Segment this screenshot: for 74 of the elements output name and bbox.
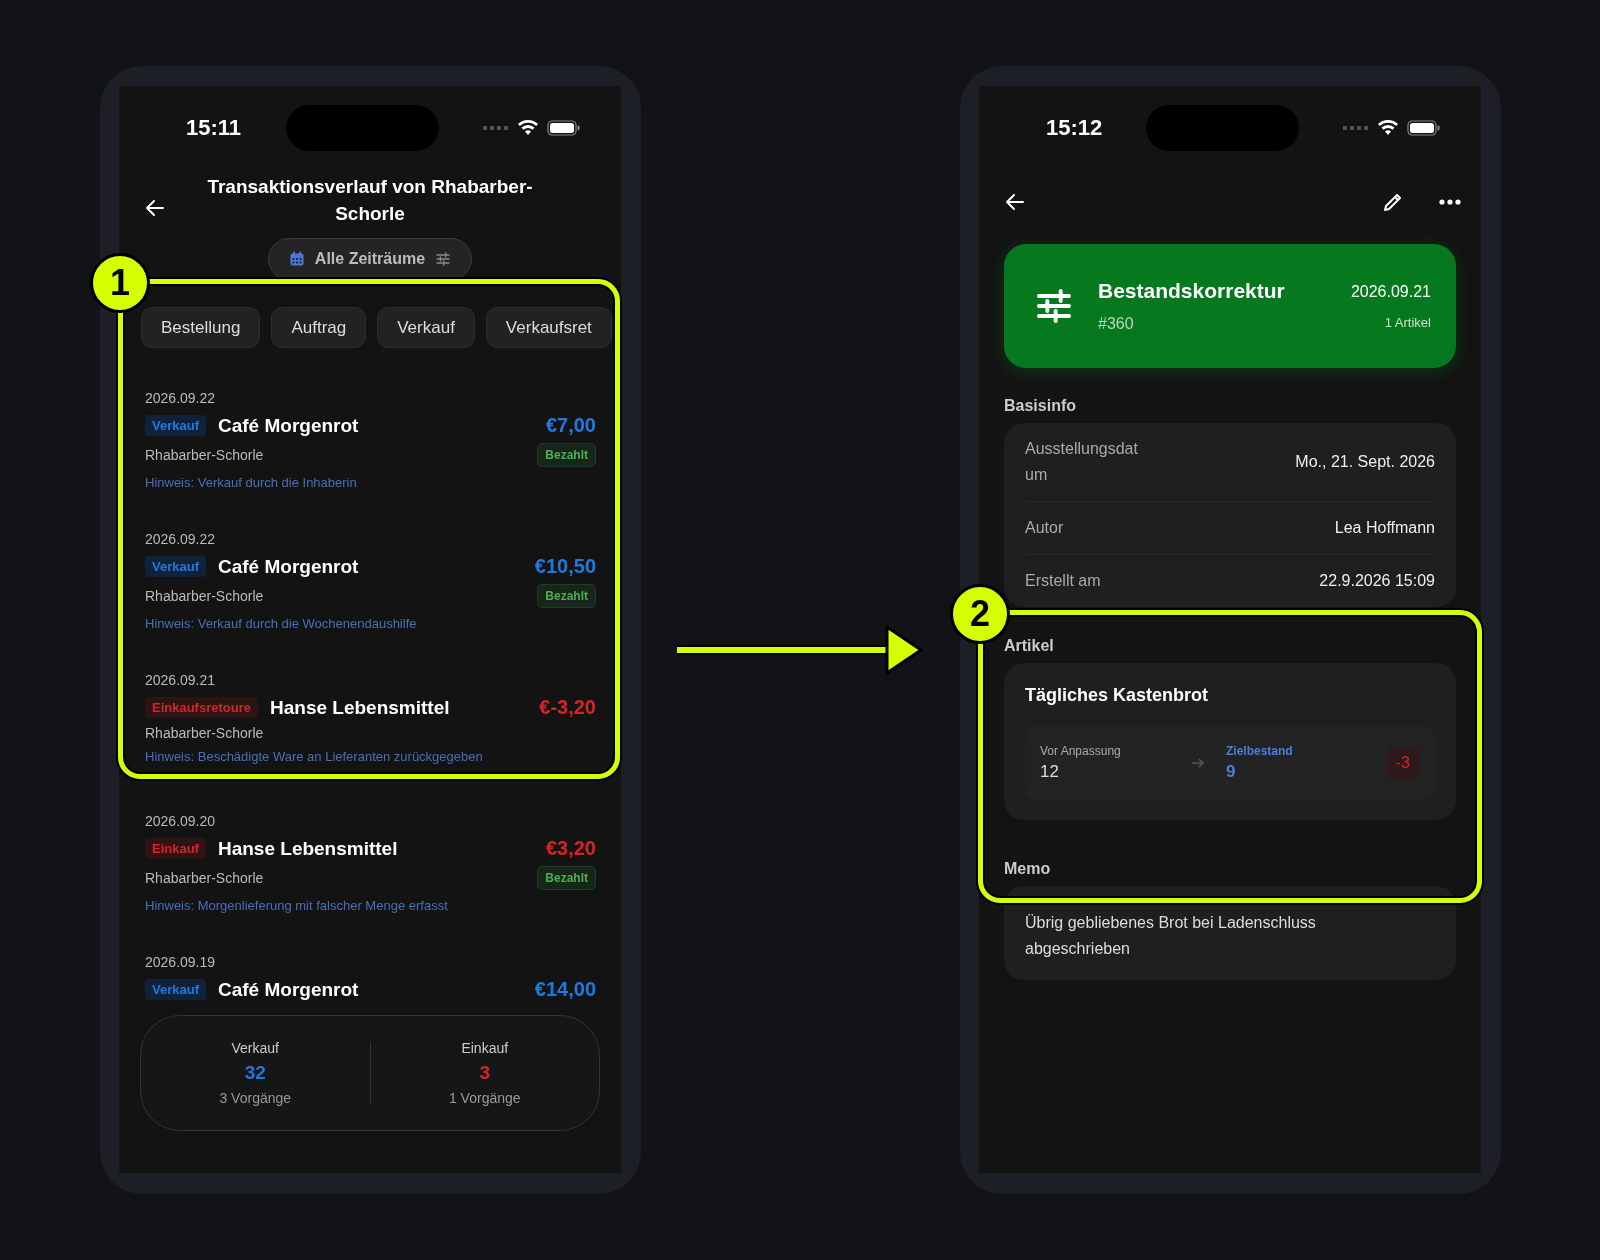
document-number: #360 <box>1098 315 1135 333</box>
filter-chip[interactable]: Bestellung <box>141 307 261 348</box>
period-filter-button[interactable]: Alle Zeiträume <box>267 238 473 280</box>
partner-name: Café Morgenrot <box>218 414 359 437</box>
status-badge: Bezahlt <box>537 443 596 467</box>
transaction-date: 2026.09.22 <box>145 530 217 549</box>
section-heading: Memo <box>1004 860 1052 878</box>
partner-name: Café Morgenrot <box>218 978 359 1001</box>
section-heading: Basisinfo <box>1004 397 1077 415</box>
field-value: Mo., 21. Sept. 2026 <box>1295 453 1435 471</box>
battery-icon <box>1407 120 1441 136</box>
product-name: Rhabarber-Schorle <box>145 725 264 741</box>
note-text: Hinweis: Morgenlieferung mit falscher Menge erfasst <box>145 898 449 913</box>
field-value: Lea Hoffmann <box>1334 519 1435 537</box>
amount: €3,20 <box>545 837 596 860</box>
article-name: Tägliches Kastenbrot <box>1025 685 1210 706</box>
type-tag: Verkauf <box>145 556 206 577</box>
item-count: 1 Artikel <box>1384 314 1431 330</box>
note-text: Hinweis: Beschädigte Ware an Lieferanten zurückgegeben <box>145 749 484 764</box>
calendar-icon <box>288 251 305 267</box>
transaction-date: 2026.09.22 <box>145 389 217 408</box>
memo-text: Übrig gebliebenes Brot bei Ladenschluss abgeschrieben <box>1025 913 1317 959</box>
product-name: Rhabarber-Schorle <box>145 588 264 604</box>
more-icon[interactable] <box>1439 199 1461 205</box>
before-value: 12 <box>1040 762 1060 782</box>
target-value: 9 <box>1226 762 1237 782</box>
filter-chip[interactable]: Verkaufsret <box>485 307 612 348</box>
field-label: Autor <box>1025 518 1065 538</box>
header-title: Bestandskorrektur <box>1098 279 1286 303</box>
before-label: Vor Anpassung <box>1040 744 1122 758</box>
amount: €7,00 <box>545 414 596 437</box>
field-label: Erstellt am <box>1025 571 1102 591</box>
header-date: 2026.09.21 <box>1350 282 1431 301</box>
transaction-date: 2026.09.21 <box>145 671 217 690</box>
filter-chip[interactable]: Auftrag <box>271 307 367 348</box>
wifi-icon <box>517 120 539 136</box>
summary-value: 32 <box>244 1062 266 1084</box>
status-time: 15:11 <box>186 115 243 141</box>
partner-name: Café Morgenrot <box>218 555 359 578</box>
summary-count: 3 Vorgänge <box>219 1090 292 1106</box>
partner-name: Hanse Lebensmittel <box>270 696 450 719</box>
partner-name: Hanse Lebensmittel <box>217 837 398 860</box>
transaction-date: 2026.09.19 <box>145 953 217 972</box>
signal-icon <box>1343 125 1369 131</box>
type-tag: Verkauf <box>145 979 206 1000</box>
summary-count: 1 Vorgänge <box>448 1090 521 1106</box>
type-tag: Verkauf <box>145 415 206 436</box>
status-time: 15:12 <box>1046 115 1104 141</box>
transaction-date: 2026.09.20 <box>145 812 217 831</box>
amount: €-3,20 <box>539 696 596 719</box>
note-text: Hinweis: Verkauf durch die Wochenendaushilfe <box>145 616 418 631</box>
field-value: 22.9.2026 15:09 <box>1319 572 1435 590</box>
field-label: Ausstellungsdatum <box>1025 439 1139 485</box>
summary-label: Einkauf <box>461 1040 509 1056</box>
product-name: Rhabarber-Schorle <box>145 870 264 886</box>
battery-icon <box>547 120 581 136</box>
note-text: Hinweis: Verkauf durch die Inhaberin <box>145 475 358 490</box>
summary-label: Verkauf <box>231 1040 279 1056</box>
amount: €14,00 <box>534 978 596 1001</box>
screen-title: Transaktionsverlauf von Rhabarber-Schorle <box>206 175 534 226</box>
summary-value: 3 <box>479 1062 491 1084</box>
target-label: Zielbestand <box>1226 744 1294 758</box>
filter-chip[interactable]: Verkauf <box>377 307 475 348</box>
status-badge: Bezahlt <box>537 866 596 890</box>
type-tag: Einkauf <box>145 838 206 859</box>
sliders-icon <box>1034 286 1074 326</box>
amount: €10,50 <box>534 555 596 578</box>
difference-badge: -3 <box>1385 747 1420 779</box>
sliders-icon <box>435 251 452 267</box>
signal-icon <box>483 125 509 131</box>
status-badge: Bezahlt <box>537 584 596 608</box>
type-tag: Einkaufsretoure <box>145 697 258 718</box>
wifi-icon <box>1377 120 1399 136</box>
product-name: Rhabarber-Schorle <box>145 447 264 463</box>
